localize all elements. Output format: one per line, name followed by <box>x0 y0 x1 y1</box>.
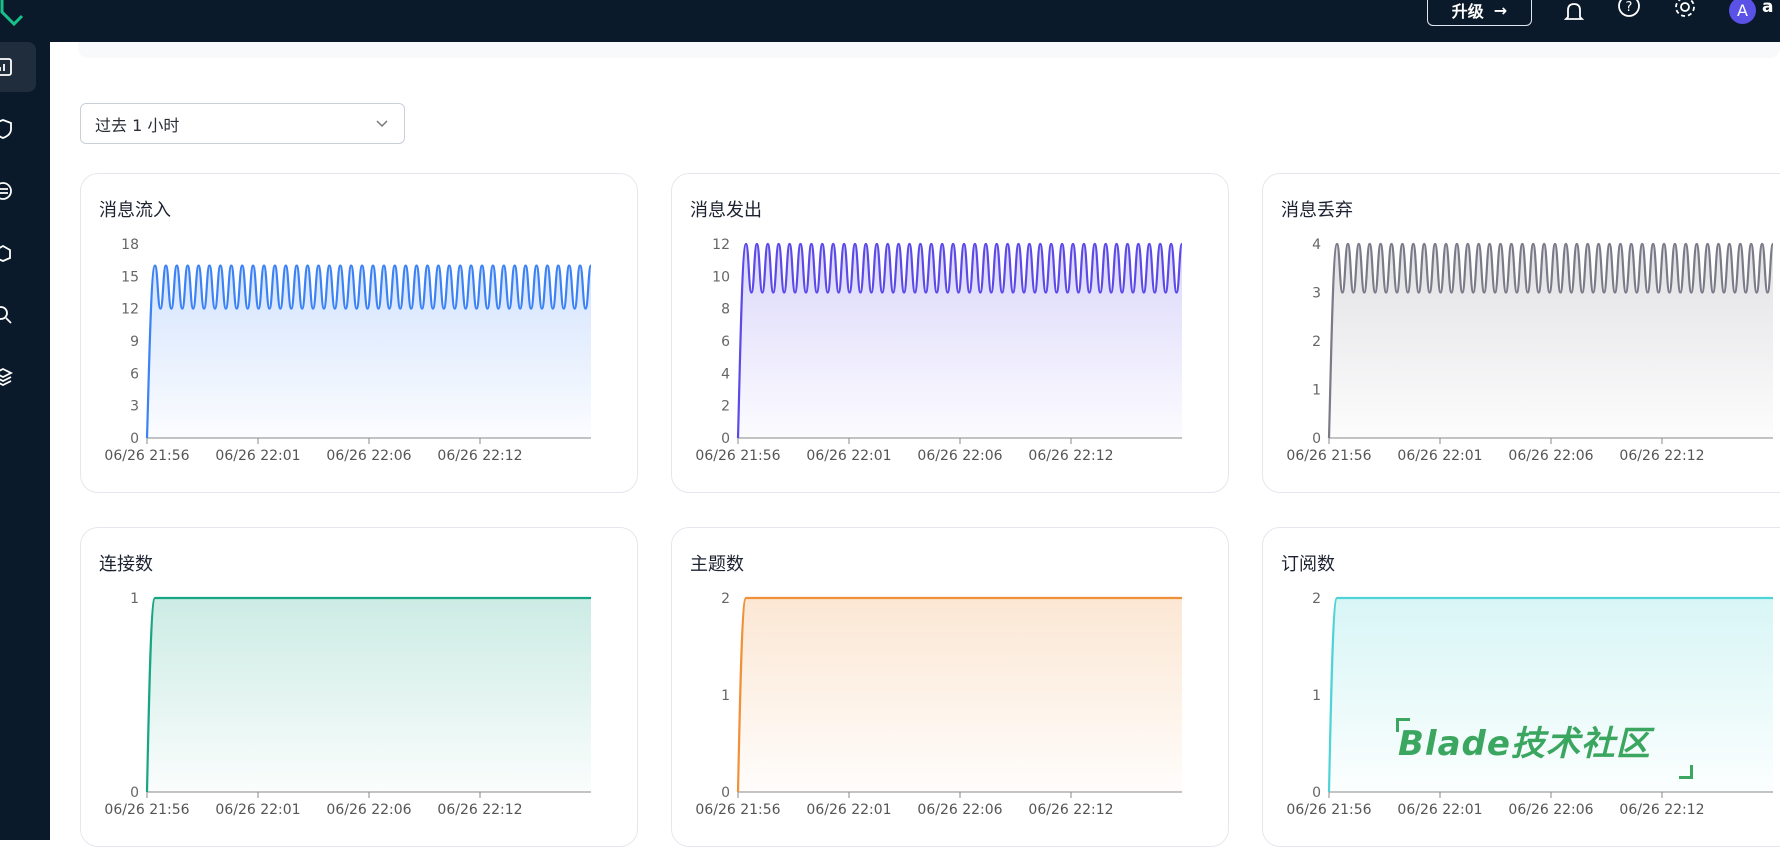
metric-card: 主题数 0 1 2 06/26 21:56 06/26 22:01 06/26 22:06 0… <box>671 527 1229 847</box>
app-logo-icon[interactable] <box>0 0 24 32</box>
line-chart: 0 3 6 9 12 15 18 06/26 21:56 06/26 22:01 06/26 22… <box>104 237 593 464</box>
x-tick-label: 06/26 22:12 <box>1028 448 1113 464</box>
y-tick-label: 9 <box>130 334 139 350</box>
database-icon <box>0 182 12 200</box>
x-tick-label: 06/26 22:06 <box>917 448 1002 464</box>
gear-icon[interactable] <box>1672 0 1698 26</box>
y-tick-label: 2 <box>721 591 730 607</box>
upgrade-label: 升级 <box>1451 2 1484 21</box>
x-tick-label: 06/26 22:12 <box>1028 802 1113 818</box>
x-tick-label: 06/26 22:12 <box>1619 802 1704 818</box>
y-tick-label: 0 <box>130 431 139 447</box>
chevron-down-icon <box>376 120 388 128</box>
upgrade-button[interactable]: 升级 → <box>1427 0 1532 26</box>
line-chart: 0 2 4 6 8 10 12 06/26 21:56 06/26 22:01 06/26 22:… <box>695 237 1184 464</box>
y-tick-label: 2 <box>1312 591 1321 607</box>
x-tick-label: 06/26 22:01 <box>806 448 891 464</box>
metric-card: 订阅数 0 1 2 06/26 21:56 06/26 22:01 06/26 22:06 0… <box>1262 527 1780 847</box>
y-tick-label: 10 <box>712 269 730 285</box>
dashboard-icon <box>0 58 12 76</box>
x-tick-label: 06/26 22:06 <box>1508 802 1593 818</box>
series-area <box>738 598 1182 792</box>
page-header-strip <box>78 42 1780 58</box>
y-tick-label: 1 <box>1312 688 1321 704</box>
svg-text:?: ? <box>1626 0 1633 15</box>
layers-icon <box>0 367 14 387</box>
x-tick-label: 06/26 21:56 <box>695 802 780 818</box>
sidebar-item-management[interactable] <box>0 228 36 278</box>
y-tick-label: 6 <box>721 334 730 350</box>
sidebar-item-data[interactable] <box>0 166 36 216</box>
help-icon[interactable]: ? <box>1616 0 1642 26</box>
x-tick-label: 06/26 22:12 <box>1619 448 1704 464</box>
line-chart: 0 1 06/26 21:56 06/26 22:01 06/26 22:06 06/26… <box>104 591 591 818</box>
line-chart: 0 1 2 3 4 06/26 21:56 06/26 22:01 06/26 22:06 06… <box>1286 237 1775 464</box>
arrow-right-icon: → <box>1493 0 1508 20</box>
avatar[interactable]: A <box>1729 0 1756 24</box>
x-tick-label: 06/26 21:56 <box>104 802 189 818</box>
x-tick-label: 06/26 22:06 <box>326 802 411 818</box>
x-tick-label: 06/26 22:01 <box>1397 802 1482 818</box>
y-tick-label: 2 <box>721 399 730 415</box>
bell-icon[interactable] <box>1561 0 1587 26</box>
y-tick-label: 18 <box>121 237 139 253</box>
x-tick-label: 06/26 22:06 <box>326 448 411 464</box>
y-tick-label: 4 <box>1312 237 1321 253</box>
watermark-bracket-right <box>1679 765 1693 779</box>
metric-card: 消息发出 0 2 4 6 8 10 12 06/26 21:56 06/26 22:01 06/26… <box>671 173 1229 493</box>
metric-card: 消息流入 0 3 6 9 12 15 18 06/26 21:56 06/26 22:01 06/2… <box>80 173 638 493</box>
y-tick-label: 0 <box>1312 431 1321 447</box>
y-tick-label: 0 <box>721 431 730 447</box>
line-chart: 0 1 2 06/26 21:56 06/26 22:01 06/26 22:06 06/2… <box>1286 591 1773 818</box>
sidebar-item-dashboard[interactable] <box>0 42 36 92</box>
time-range-value: 过去 1 小时 <box>95 115 180 135</box>
sidebar-item-security[interactable] <box>0 104 36 154</box>
y-tick-label: 0 <box>130 785 139 801</box>
y-tick-label: 15 <box>121 269 139 285</box>
sidebar <box>0 42 50 840</box>
y-tick-label: 8 <box>721 302 730 318</box>
metric-card: 连接数 0 1 06/26 21:56 06/26 22:01 06/26 22:06 06… <box>80 527 638 847</box>
x-tick-label: 06/26 22:12 <box>437 448 522 464</box>
top-bar: 升级 → ? A a <box>0 0 1780 42</box>
y-tick-label: 3 <box>1312 286 1321 302</box>
sidebar-item-diagnose[interactable] <box>0 290 36 340</box>
y-tick-label: 4 <box>721 366 730 382</box>
y-tick-label: 0 <box>721 785 730 801</box>
y-tick-label: 12 <box>712 237 730 253</box>
cluster-icon <box>0 244 11 262</box>
x-tick-label: 06/26 22:01 <box>806 802 891 818</box>
y-tick-label: 6 <box>130 366 139 382</box>
sidebar-item-extensions[interactable] <box>0 352 36 402</box>
line-chart: 0 1 2 06/26 21:56 06/26 22:01 06/26 22:06 06/2… <box>695 591 1182 818</box>
x-tick-label: 06/26 22:01 <box>215 448 300 464</box>
x-tick-label: 06/26 22:01 <box>1397 448 1482 464</box>
y-tick-label: 1 <box>130 591 139 607</box>
y-tick-label: 1 <box>721 688 730 704</box>
search-icon <box>0 306 12 324</box>
y-tick-label: 3 <box>130 399 139 415</box>
series-area <box>147 598 591 792</box>
x-tick-label: 06/26 21:56 <box>1286 448 1371 464</box>
metric-card: 消息丢弃 0 1 2 3 4 06/26 21:56 06/26 22:01 06/26 22:… <box>1262 173 1780 493</box>
shield-icon <box>0 119 12 139</box>
y-tick-label: 12 <box>121 302 139 318</box>
x-tick-label: 06/26 22:06 <box>917 802 1002 818</box>
x-tick-label: 06/26 21:56 <box>695 448 780 464</box>
x-tick-label: 06/26 22:12 <box>437 802 522 818</box>
user-name[interactable]: a <box>1762 0 1773 17</box>
watermark: Blade技术社区 <box>1398 724 1651 764</box>
y-tick-label: 2 <box>1312 334 1321 350</box>
x-tick-label: 06/26 21:56 <box>1286 802 1371 818</box>
x-tick-label: 06/26 22:06 <box>1508 448 1593 464</box>
watermark-bracket-left <box>1396 718 1410 732</box>
x-tick-label: 06/26 21:56 <box>104 448 189 464</box>
x-tick-label: 06/26 22:01 <box>215 802 300 818</box>
y-tick-label: 1 <box>1312 383 1321 399</box>
y-tick-label: 0 <box>1312 785 1321 801</box>
time-range-select[interactable]: 过去 1 小时 <box>80 103 405 144</box>
